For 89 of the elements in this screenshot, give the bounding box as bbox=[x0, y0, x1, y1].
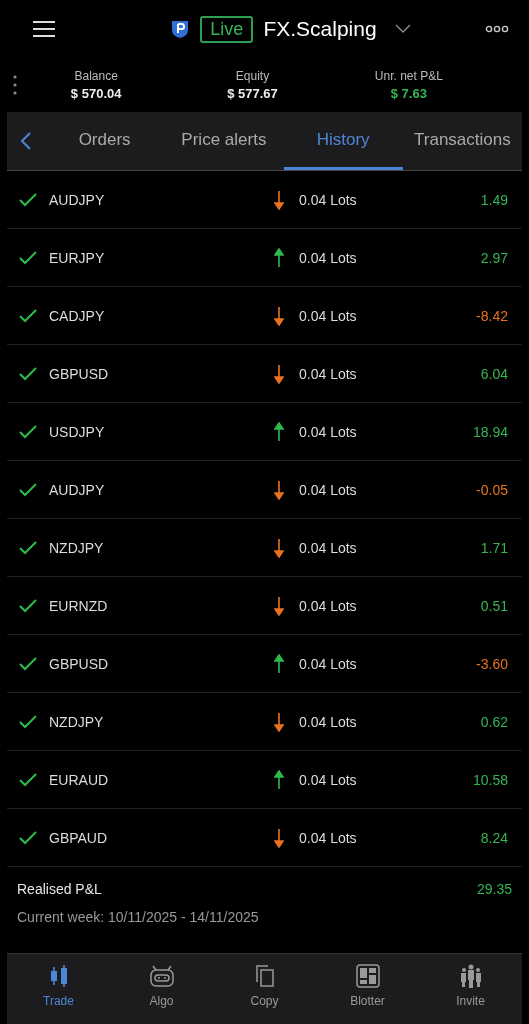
more-button[interactable] bbox=[485, 25, 509, 33]
down-arrow-icon bbox=[274, 305, 284, 326]
symbol: EURJPY bbox=[49, 249, 106, 266]
symbol: NZDJPY bbox=[49, 713, 105, 730]
lot-size: 0.04 Lots bbox=[299, 307, 358, 324]
symbol: EURNZD bbox=[49, 597, 109, 614]
logo-icon bbox=[170, 19, 191, 39]
nav-item[interactable]: Algo bbox=[110, 954, 213, 1024]
profit-value: 10.58 bbox=[472, 771, 508, 788]
symbol: CADJPY bbox=[49, 307, 106, 324]
checkmark-icon bbox=[19, 250, 37, 265]
up-arrow-icon bbox=[274, 653, 284, 674]
checkmark-icon bbox=[19, 830, 37, 845]
checkmark-icon bbox=[19, 656, 37, 671]
profit-value: 1.49 bbox=[480, 191, 508, 208]
stat-value: $ 7.63 bbox=[390, 86, 427, 101]
symbol: GBPUSD bbox=[49, 655, 110, 672]
lot-size: 0.04 Lots bbox=[299, 365, 358, 382]
nav-item[interactable]: Copy bbox=[213, 954, 316, 1024]
live-badge: Live bbox=[200, 15, 254, 43]
account-name: FX.Scalping bbox=[263, 17, 377, 41]
checkmark-icon bbox=[19, 772, 37, 787]
tab[interactable]: Transactions bbox=[402, 112, 522, 170]
symbol: USDJPY bbox=[49, 423, 106, 440]
checkmark-icon bbox=[19, 366, 37, 381]
profit-value: 6.04 bbox=[480, 365, 508, 382]
profit-value: -8.42 bbox=[476, 307, 508, 324]
lot-size: 0.04 Lots bbox=[299, 539, 358, 556]
down-arrow-icon bbox=[274, 711, 284, 732]
tab[interactable]: Orders bbox=[45, 112, 165, 170]
vertical-dots-icon[interactable] bbox=[12, 74, 18, 96]
realised-pnl-value: 29.35 bbox=[476, 881, 512, 897]
down-arrow-icon bbox=[274, 595, 284, 616]
tab[interactable]: Price alerts bbox=[164, 112, 284, 170]
profit-value: -0.05 bbox=[476, 481, 508, 498]
lot-size: 0.04 Lots bbox=[299, 829, 358, 846]
checkmark-icon bbox=[19, 424, 37, 439]
nav-item[interactable]: Blotter bbox=[316, 954, 419, 1024]
checkmark-icon bbox=[19, 714, 37, 729]
up-arrow-icon bbox=[274, 421, 284, 442]
profit-value: 18.94 bbox=[472, 423, 508, 440]
symbol: GBPAUD bbox=[49, 829, 109, 846]
lot-size: 0.04 Lots bbox=[299, 249, 358, 266]
down-arrow-icon bbox=[274, 479, 284, 500]
robot-icon bbox=[148, 964, 175, 988]
lot-size: 0.04 Lots bbox=[299, 771, 358, 788]
menu-button[interactable] bbox=[32, 20, 56, 38]
nav-item[interactable]: Invite bbox=[419, 954, 522, 1024]
checkmark-icon bbox=[19, 308, 37, 323]
period-text: Current week: 10/11/2025 - 14/11/2025 bbox=[17, 909, 260, 925]
lot-size: 0.04 Lots bbox=[299, 481, 358, 498]
checkmark-icon bbox=[19, 482, 37, 497]
up-arrow-icon bbox=[274, 247, 284, 268]
checkmark-icon bbox=[19, 540, 37, 555]
profit-value: 1.71 bbox=[480, 539, 508, 556]
stat-value: $ 570.04 bbox=[70, 86, 122, 101]
profit-value: -3.60 bbox=[476, 655, 508, 672]
symbol: NZDJPY bbox=[49, 539, 105, 556]
down-arrow-icon bbox=[274, 827, 284, 848]
up-arrow-icon bbox=[274, 769, 284, 790]
profit-value: 8.24 bbox=[480, 829, 508, 846]
symbol: EURAUD bbox=[49, 771, 110, 788]
down-arrow-icon bbox=[274, 537, 284, 558]
dashboard-icon bbox=[355, 964, 380, 988]
checkmark-icon bbox=[19, 598, 37, 613]
symbol: GBPUSD bbox=[49, 365, 110, 382]
stat-value: $ 577.67 bbox=[227, 86, 278, 101]
down-arrow-icon bbox=[274, 189, 284, 210]
tab[interactable]: History bbox=[283, 112, 403, 170]
lot-size: 0.04 Lots bbox=[299, 423, 358, 440]
lot-size: 0.04 Lots bbox=[299, 655, 358, 672]
people-icon bbox=[458, 964, 483, 988]
profit-value: 0.62 bbox=[480, 713, 508, 730]
profit-value: 0.51 bbox=[480, 597, 508, 614]
stat-label: Equity bbox=[235, 69, 270, 83]
lot-size: 0.04 Lots bbox=[299, 191, 358, 208]
symbol: AUDJPY bbox=[49, 191, 106, 208]
nav-item[interactable]: Trade bbox=[7, 954, 110, 1024]
down-arrow-icon bbox=[274, 363, 284, 384]
realised-pnl-label: Realised P&L bbox=[17, 881, 102, 897]
stat-label: Unr. net P&L bbox=[374, 69, 443, 83]
copy-icon bbox=[254, 964, 275, 988]
lot-size: 0.04 Lots bbox=[299, 713, 358, 730]
symbol: AUDJPY bbox=[49, 481, 106, 498]
profit-value: 2.97 bbox=[480, 249, 508, 266]
checkmark-icon bbox=[19, 192, 37, 207]
lot-size: 0.04 Lots bbox=[299, 597, 358, 614]
stat-label: Balance bbox=[74, 69, 118, 83]
chevron-down-icon[interactable] bbox=[394, 24, 411, 34]
